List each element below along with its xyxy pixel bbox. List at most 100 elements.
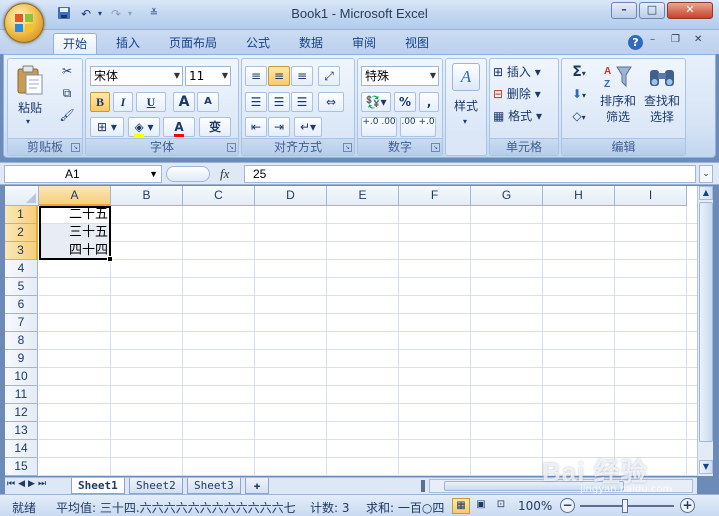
merge-center-button[interactable]: ⇔ [318,92,344,112]
percent-style-button[interactable]: % [394,92,416,112]
column-header-f[interactable]: F [399,186,471,206]
column-header-g[interactable]: G [471,186,543,206]
grow-font-button[interactable]: A [173,92,195,112]
number-dialog-launcher[interactable]: ↘ [431,143,440,152]
zoom-in-button[interactable]: + [680,498,695,513]
orientation-button[interactable]: ⤢ [318,66,340,86]
column-header-d[interactable]: D [255,186,327,206]
tab-insert[interactable]: 插入 [107,33,149,54]
maximize-button[interactable]: □ [639,2,665,19]
column-header-a[interactable]: A [39,186,111,206]
column-header-c[interactable]: C [183,186,255,206]
phonetic-guide-button[interactable]: 变 [199,117,231,137]
row-header-14[interactable]: 14 [5,440,38,458]
font-size-combo[interactable]: 11 ▼ [185,66,231,86]
font-name-combo[interactable]: 宋体 ▼ [90,66,183,86]
scroll-thumb[interactable] [699,202,713,442]
decrease-decimal-button[interactable]: .00 +.0 [400,117,436,137]
tab-split-handle[interactable] [421,480,425,492]
column-header-i[interactable]: I [615,186,687,206]
row-header-5[interactable]: 5 [5,278,38,296]
scroll-up-icon[interactable]: ▲ [699,186,713,200]
align-right-button[interactable]: ☰ [291,92,313,112]
clear-button[interactable]: ◇▾ [564,106,594,126]
tab-view[interactable]: 视图 [396,33,438,54]
row-header-10[interactable]: 10 [5,368,38,386]
column-header-h[interactable]: H [543,186,615,206]
row-header-9[interactable]: 9 [5,350,38,368]
worksheet-grid[interactable]: ABCDEFGHI 1 2 3 4 5 6 7 8 9 10 11 12 13 14 15 二十五 三十五 四十… [5,186,697,476]
row-header-13[interactable]: 13 [5,422,38,440]
tab-formulas[interactable]: 公式 [237,33,279,54]
window-close-icon[interactable]: ✕ [694,34,702,45]
number-format-combo[interactable]: 特殊 ▼ [361,66,439,86]
name-box[interactable]: A1 ▼ [4,165,162,183]
zoom-level[interactable]: 100% [518,499,552,513]
row-header-15[interactable]: 15 [5,458,38,476]
row-header-7[interactable]: 7 [5,314,38,332]
select-all-button[interactable] [5,186,39,206]
underline-button[interactable]: U [136,92,166,112]
format-painter-button[interactable]: 🖌 [56,105,78,125]
align-bottom-button[interactable]: ≡ [291,66,313,86]
formula-bar-splitter[interactable] [166,166,210,182]
copy-button[interactable]: ⧉ [56,83,78,103]
find-select-button[interactable]: 查找和 选择 [641,62,683,136]
wrap-text-button[interactable]: ↵▾ [294,117,322,137]
insert-sheet-icon[interactable]: ✚ [245,478,269,494]
alignment-dialog-launcher[interactable]: ↘ [343,143,352,152]
cut-button[interactable]: ✂ [56,61,78,81]
tab-home[interactable]: 开始 [53,33,98,54]
accounting-format-button[interactable]: 💱▾ [361,92,391,112]
sheet-tab-2[interactable]: Sheet2 [129,478,183,494]
row-header-12[interactable]: 12 [5,404,38,422]
row-header-1[interactable]: 1 [5,206,38,224]
zoom-out-button[interactable]: − [560,498,575,513]
vertical-scrollbar[interactable]: ▲ ▼ [697,186,713,476]
increase-decimal-button[interactable]: +.0 .00 [361,117,397,137]
row-header-6[interactable]: 6 [5,296,38,314]
minimize-button[interactable]: – [611,2,637,19]
row-header-3[interactable]: 3 [5,242,38,260]
ribbon-minimize-icon[interactable]: – [650,34,655,45]
clipboard-dialog-launcher[interactable]: ↘ [71,143,80,152]
align-middle-button[interactable]: ≡ [268,66,290,86]
format-cells-button[interactable]: ▦ 格式 ▾ [492,106,556,126]
office-button[interactable] [4,3,44,43]
decrease-indent-button[interactable]: ⇤ [245,117,267,137]
tab-review[interactable]: 审阅 [343,33,385,54]
align-left-button[interactable]: ☰ [245,92,267,112]
sheet-nav-icons[interactable]: ⏮◀▶⏭ [7,479,49,489]
sort-filter-button[interactable]: A Z 排序和 筛选 [597,62,639,136]
group-styles[interactable]: A 样式 ▾ [445,58,487,156]
sheet-tab-3[interactable]: Sheet3 [187,478,241,494]
insert-cells-button[interactable]: ⊞ 插入 ▾ [492,62,556,82]
page-layout-view-icon[interactable]: ▣ [472,498,490,514]
tab-page-layout[interactable]: 页面布局 [160,33,226,54]
formula-input[interactable]: 25 [244,165,696,183]
close-button[interactable]: ✕ [667,2,713,19]
column-header-e[interactable]: E [327,186,399,206]
zoom-slider-thumb[interactable] [622,499,628,513]
cell-a1[interactable]: 二十五 [39,206,111,224]
font-dialog-launcher[interactable]: ↘ [227,143,236,152]
normal-view-icon[interactable]: ▦ [452,498,470,514]
expand-formula-bar-icon[interactable]: ⌄ [699,165,713,183]
font-color-button[interactable]: A [163,117,195,137]
row-header-2[interactable]: 2 [5,224,38,242]
row-header-11[interactable]: 11 [5,386,38,404]
align-top-button[interactable]: ≡ [245,66,267,86]
window-restore-icon[interactable]: ❐ [671,34,680,45]
shrink-font-button[interactable]: A [197,92,219,112]
fill-color-button[interactable]: ◈ ▾ [128,117,160,137]
help-icon[interactable]: ? [628,35,643,50]
comma-style-button[interactable]: , [419,92,439,112]
borders-button[interactable]: ⊞ ▾ [90,117,124,137]
align-center-button[interactable]: ☰ [268,92,290,112]
fill-button[interactable]: ⬇▾ [564,84,594,104]
tab-data[interactable]: 数据 [290,33,332,54]
paste-button[interactable]: 粘贴 ▾ [12,63,48,133]
delete-cells-button[interactable]: ⊟ 删除 ▾ [492,84,556,104]
cell-a2[interactable]: 三十五 [39,224,111,242]
italic-button[interactable]: I [113,92,133,112]
